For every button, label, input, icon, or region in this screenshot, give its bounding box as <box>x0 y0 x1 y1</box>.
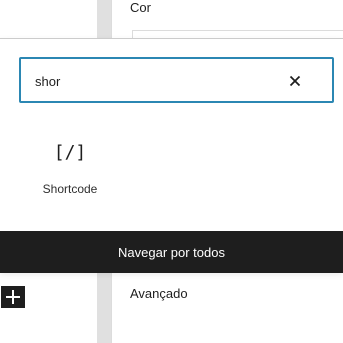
clear-search-button[interactable] <box>284 70 306 92</box>
block-item-shortcode[interactable]: [/] Shortcode <box>30 139 110 209</box>
block-item-label: Shortcode <box>42 182 98 196</box>
close-icon <box>289 75 301 87</box>
block-inserter-popover: [/] Shortcode Navegar por todos <box>0 38 343 273</box>
block-search-input[interactable] <box>35 71 275 91</box>
sidebar-color-label: Cor <box>130 0 151 15</box>
add-block-button[interactable] <box>1 286 25 308</box>
sidebar-advanced-label[interactable]: Avançado <box>130 286 188 301</box>
browse-all-button[interactable]: Navegar por todos <box>0 231 343 273</box>
plus-icon <box>6 290 20 304</box>
block-search-box <box>19 57 334 103</box>
shortcode-icon: [/] <box>53 142 87 163</box>
